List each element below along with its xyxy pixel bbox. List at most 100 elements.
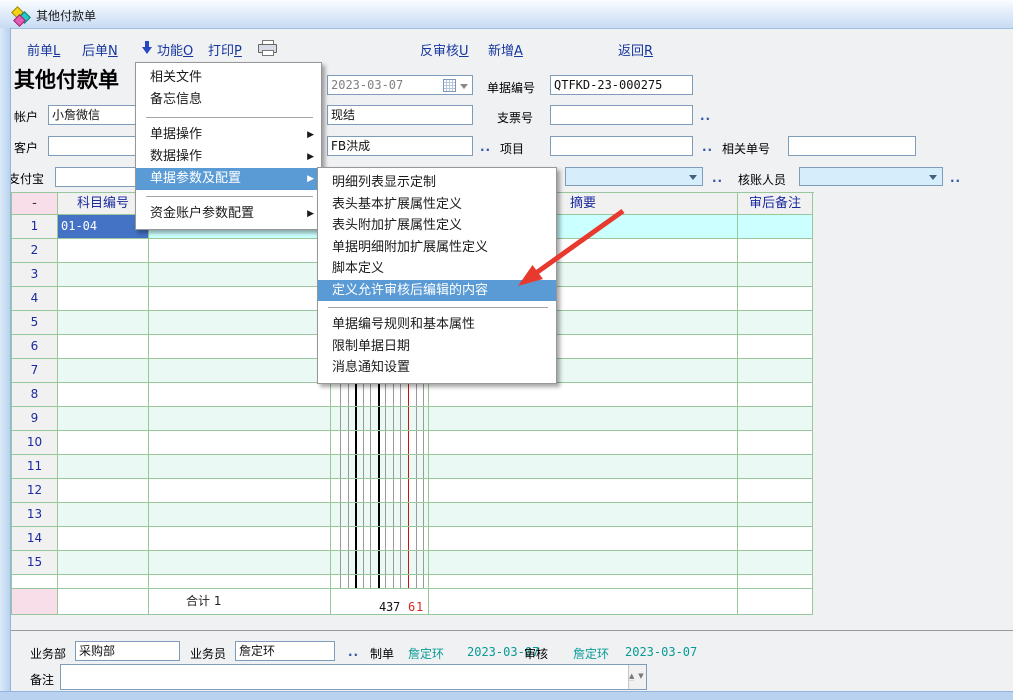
prev-doc-button[interactable]: 前单L bbox=[27, 40, 60, 56]
grid-cell[interactable] bbox=[331, 527, 429, 551]
printer-icon[interactable] bbox=[258, 40, 277, 55]
row-number[interactable]: 5 bbox=[12, 311, 58, 335]
doc-no-field[interactable]: QTFKD-23-000275 bbox=[550, 75, 693, 95]
grid-cell[interactable] bbox=[331, 407, 429, 431]
submenu-item-8[interactable]: 限制单据日期 bbox=[318, 336, 556, 358]
grid-cell[interactable] bbox=[149, 407, 331, 431]
grid-cell[interactable] bbox=[149, 383, 331, 407]
grid-cell[interactable] bbox=[149, 359, 331, 383]
grid-cell[interactable] bbox=[429, 407, 738, 431]
grid-cell[interactable] bbox=[149, 311, 331, 335]
grid-cell[interactable] bbox=[738, 215, 813, 239]
grid-cell[interactable] bbox=[738, 527, 813, 551]
grid-cell[interactable] bbox=[738, 431, 813, 455]
customer-field[interactable] bbox=[48, 136, 148, 156]
auditor-select[interactable] bbox=[799, 167, 943, 186]
function-menu-button[interactable]: 功能O bbox=[157, 40, 193, 56]
grid-cell[interactable] bbox=[58, 263, 149, 287]
row-number[interactable]: 7 bbox=[12, 359, 58, 383]
row-number[interactable]: 11 bbox=[12, 455, 58, 479]
add-new-button[interactable]: 新增A bbox=[488, 40, 523, 56]
check-no-browse-button[interactable]: .. bbox=[700, 109, 711, 123]
clerk-browse-button[interactable]: .. bbox=[348, 645, 359, 659]
auditor-browse-button[interactable]: .. bbox=[950, 171, 961, 185]
row-number[interactable]: 15 bbox=[12, 551, 58, 575]
grid-cell[interactable] bbox=[149, 479, 331, 503]
submenu-item-9[interactable]: 消息通知设置 bbox=[318, 357, 556, 379]
spin-up-icon[interactable]: ▲ bbox=[629, 672, 634, 681]
submenu-item-7[interactable]: 单据编号规则和基本属性 bbox=[318, 314, 556, 336]
check-no-field[interactable] bbox=[550, 105, 693, 125]
grid-cell[interactable] bbox=[149, 551, 331, 575]
submenu-item-0[interactable]: 明细列表显示定制 bbox=[318, 172, 556, 194]
grid-cell[interactable] bbox=[58, 551, 149, 575]
grid-cell[interactable] bbox=[331, 383, 429, 407]
grid-cell[interactable] bbox=[738, 551, 813, 575]
grid-cell[interactable] bbox=[429, 503, 738, 527]
row-number[interactable]: 14 bbox=[12, 527, 58, 551]
grid-cell[interactable] bbox=[738, 455, 813, 479]
grid-cell[interactable] bbox=[331, 455, 429, 479]
grid-cell[interactable] bbox=[331, 431, 429, 455]
grid-cell[interactable] bbox=[738, 479, 813, 503]
submenu-item-1[interactable]: 表头基本扩展属性定义 bbox=[318, 194, 556, 216]
menu-item-4[interactable]: 数据操作▶ bbox=[136, 146, 321, 168]
grid-cell[interactable] bbox=[429, 551, 738, 575]
project-field[interactable] bbox=[550, 136, 693, 156]
grid-cell[interactable] bbox=[149, 335, 331, 359]
grid-cell[interactable] bbox=[58, 287, 149, 311]
submenu-item-4[interactable]: 脚本定义 bbox=[318, 258, 556, 280]
grid-cell[interactable] bbox=[429, 479, 738, 503]
grid-cell[interactable] bbox=[149, 263, 331, 287]
grid-cell[interactable] bbox=[58, 479, 149, 503]
row-number[interactable]: 12 bbox=[12, 479, 58, 503]
grid-cell[interactable] bbox=[738, 263, 813, 287]
grid-cell[interactable] bbox=[331, 503, 429, 527]
grid-cell[interactable] bbox=[429, 455, 738, 479]
grid-cell[interactable] bbox=[149, 527, 331, 551]
menu-item-3[interactable]: 单据操作▶ bbox=[136, 124, 321, 146]
row-number[interactable]: 4 bbox=[12, 287, 58, 311]
date-field[interactable]: 2023-03-07 bbox=[327, 75, 473, 95]
grid-cell[interactable] bbox=[738, 383, 813, 407]
grid-cell[interactable] bbox=[58, 527, 149, 551]
extra-select-browse-button[interactable]: .. bbox=[712, 171, 723, 185]
row-number[interactable]: 6 bbox=[12, 335, 58, 359]
grid-cell[interactable] bbox=[58, 359, 149, 383]
row-number[interactable]: 13 bbox=[12, 503, 58, 527]
row-number[interactable]: 1 bbox=[12, 215, 58, 239]
extra-select[interactable] bbox=[565, 167, 703, 186]
grid-cell[interactable] bbox=[58, 431, 149, 455]
submenu-item-3[interactable]: 单据明细附加扩展属性定义 bbox=[318, 237, 556, 259]
row-number[interactable]: 3 bbox=[12, 263, 58, 287]
account-field[interactable]: 小詹微信 bbox=[48, 105, 148, 125]
grid-cell[interactable] bbox=[429, 527, 738, 551]
grid-cell[interactable] bbox=[58, 383, 149, 407]
settlement-field[interactable]: 现结 bbox=[327, 105, 473, 125]
menu-item-0[interactable]: 相关文件 bbox=[136, 67, 321, 89]
menu-item-7[interactable]: 资金账户参数配置▶ bbox=[136, 203, 321, 225]
grid-cell[interactable] bbox=[331, 479, 429, 503]
unaudit-button[interactable]: 反审核U bbox=[420, 40, 469, 56]
submenu-item-5[interactable]: 定义允许审核后编辑的内容 bbox=[318, 280, 556, 302]
calendar-icon[interactable] bbox=[443, 79, 456, 92]
grid-cell[interactable] bbox=[331, 551, 429, 575]
project-browse-button[interactable]: .. bbox=[702, 140, 713, 154]
note-field[interactable]: ▲ ▼ bbox=[60, 664, 647, 690]
row-number[interactable]: 9 bbox=[12, 407, 58, 431]
note-spinner[interactable]: ▲ ▼ bbox=[628, 665, 646, 689]
grid-cell[interactable] bbox=[58, 455, 149, 479]
payee-browse-button[interactable]: .. bbox=[480, 140, 491, 154]
grid-cell[interactable] bbox=[149, 431, 331, 455]
row-number[interactable]: 10 bbox=[12, 431, 58, 455]
clerk-field[interactable]: 詹定环 bbox=[235, 641, 335, 661]
row-number[interactable]: 8 bbox=[12, 383, 58, 407]
menu-item-5[interactable]: 单据参数及配置▶ bbox=[136, 168, 321, 190]
payee-field[interactable]: FB洪成 bbox=[327, 136, 473, 156]
grid-cell[interactable] bbox=[58, 239, 149, 263]
grid-cell[interactable] bbox=[738, 335, 813, 359]
grid-cell[interactable] bbox=[429, 431, 738, 455]
grid-cell[interactable] bbox=[149, 455, 331, 479]
date-dropdown-arrow-icon[interactable] bbox=[460, 84, 468, 89]
grid-cell[interactable] bbox=[738, 503, 813, 527]
